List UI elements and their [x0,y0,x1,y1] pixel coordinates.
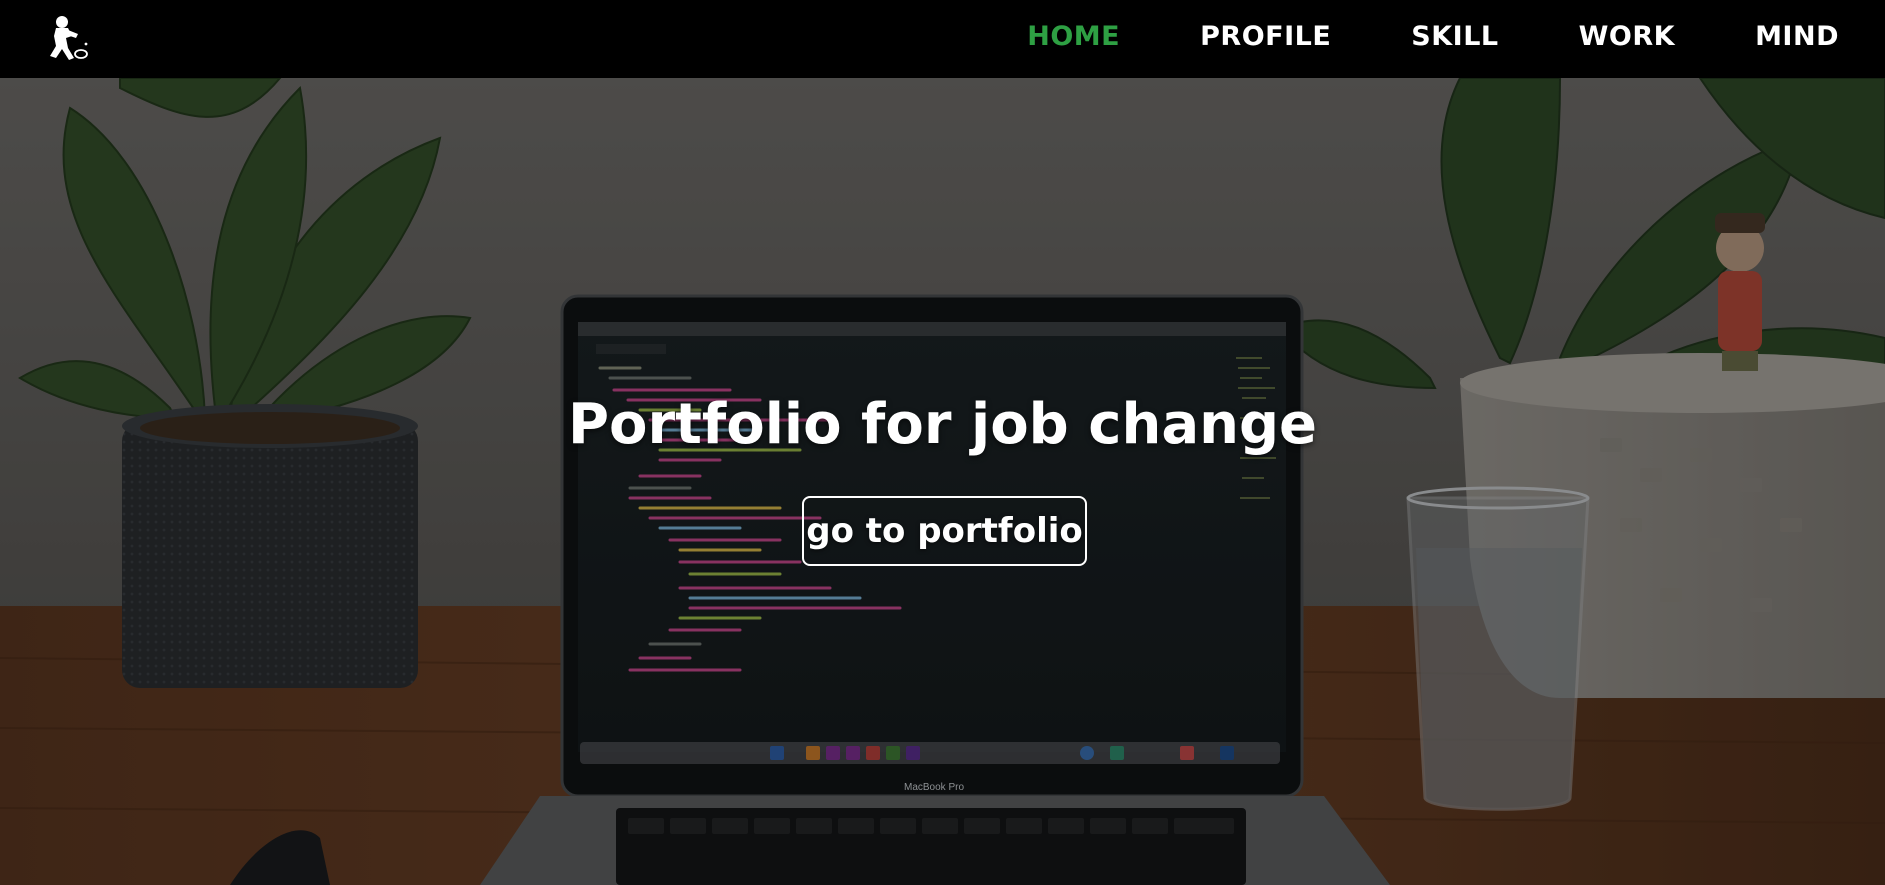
nav-skill[interactable]: SKILL [1411,21,1498,52]
site-header: HOME PROFILE SKILL WORK MIND [0,0,1885,78]
go-to-portfolio-button[interactable]: go to portfolio [802,496,1087,566]
nav-home[interactable]: HOME [1027,21,1120,52]
hero-title: Portfolio for job change [567,392,1318,457]
nav-profile[interactable]: PROFILE [1200,21,1331,52]
laptop-label: MacBook Pro [904,782,965,793]
nav-work[interactable]: WORK [1579,21,1675,52]
main-nav: HOME PROFILE SKILL WORK MIND [947,0,1839,73]
running-figure-icon [50,16,88,60]
hero-dark-overlay [0,78,1885,885]
nav-mind[interactable]: MIND [1755,21,1839,52]
hero-section: MacBook Pro Portfolio for job change go … [0,78,1885,885]
page: HOME PROFILE SKILL WORK MIND MacBook Pro… [0,0,1885,885]
logo-runner-icon[interactable] [38,14,90,62]
